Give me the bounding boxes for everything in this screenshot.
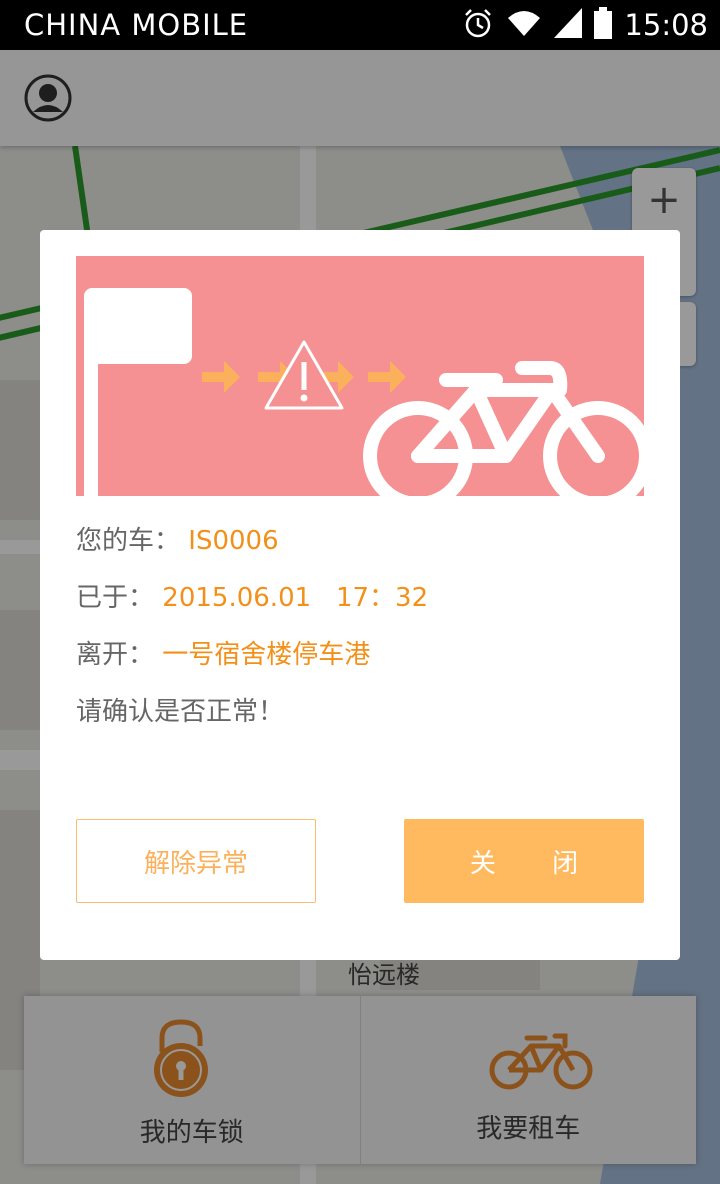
time-line: 已于： 2015.06.01 17：32: [76, 577, 428, 614]
leave-location-value: 一号宿舍楼停车港: [162, 640, 371, 670]
carrier-name: CHINA MOBILE: [24, 8, 249, 42]
confirm-text: 请确认是否正常！: [76, 697, 285, 727]
close-button[interactable]: 关 闭: [404, 819, 644, 903]
wifi-icon: [506, 8, 542, 42]
leave-line: 离开： 一号宿舍楼停车港: [76, 634, 370, 671]
bike-id-value: IS0006: [188, 526, 279, 556]
alert-banner-illustration: [76, 256, 644, 496]
alarm-icon: [462, 7, 494, 43]
time-label: 已于：: [76, 583, 155, 613]
status-bar: CHINA MOBILE 15:08: [0, 0, 720, 50]
battery-icon: [594, 7, 613, 43]
signal-icon: [554, 8, 583, 42]
bike-id-label: 您的车：: [76, 526, 181, 556]
abnormal-alert-dialog: 您的车： IS0006 已于： 2015.06.01 17：32 离开： 一号宿…: [40, 230, 680, 960]
leave-label: 离开：: [76, 640, 155, 670]
bike-id-line: 您的车： IS0006: [76, 520, 279, 557]
clear-abnormal-button[interactable]: 解除异常: [76, 819, 316, 903]
status-icons: 15:08: [462, 7, 708, 43]
clock-time: 15:08: [624, 8, 708, 42]
time-value: 2015.06.01 17：32: [162, 583, 429, 613]
